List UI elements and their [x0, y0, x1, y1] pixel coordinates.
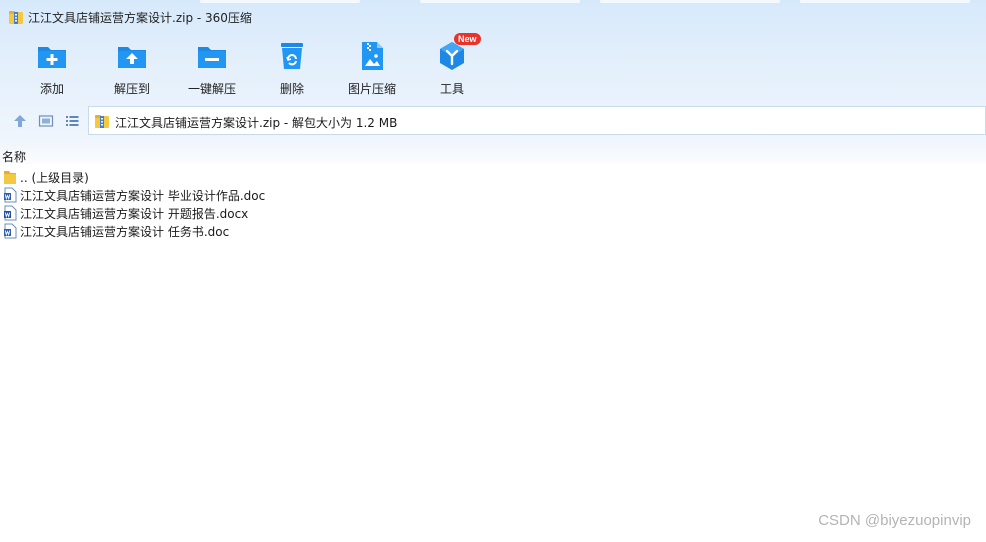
- file-name: 江江文具店铺运营方案设计 开题报告.docx: [20, 207, 249, 221]
- delete-label: 删除: [279, 82, 304, 96]
- watermark-text: CSDN @biyezuopinvip: [818, 512, 971, 529]
- file-name: 江江文具店铺运营方案设计 任务书.doc: [20, 225, 230, 239]
- thumbnail-view-icon[interactable]: [38, 113, 54, 129]
- one-click-extract-label: 一键解压: [187, 82, 236, 96]
- list-item[interactable]: 江江文具店铺运营方案设计 毕业设计作品.doc: [0, 186, 986, 204]
- address-bar[interactable]: 江江文具店铺运营方案设计.zip - 解包大小为 1.2 MB: [88, 106, 986, 135]
- list-item[interactable]: .. (上级目录): [0, 168, 986, 186]
- word-doc-icon: [4, 187, 17, 203]
- recycle-bin-icon: [281, 43, 303, 69]
- image-compress-icon: [362, 42, 383, 70]
- list-item[interactable]: 江江文具店铺运营方案设计 任务书.doc: [0, 222, 986, 240]
- title-bar: 江江文具店铺运营方案设计.zip - 360压缩: [0, 0, 986, 34]
- toolbar: 添加 解压到 一键解压 删除 图片压缩 工具 New: [0, 33, 986, 100]
- navigation-bar: 江江文具店铺运营方案设计.zip - 解包大小为 1.2 MB: [0, 106, 986, 136]
- extract-to-icon: [118, 47, 146, 68]
- folder-icon: [4, 171, 16, 184]
- tools-button[interactable]: 工具: [412, 38, 492, 96]
- list-header: 名称: [0, 146, 986, 164]
- add-button[interactable]: 添加: [12, 38, 92, 96]
- file-name: 江江文具店铺运营方案设计 毕业设计作品.doc: [20, 189, 266, 203]
- column-header-name[interactable]: 名称: [2, 148, 26, 165]
- delete-button[interactable]: 删除: [252, 38, 332, 96]
- window-chrome: 江江文具店铺运营方案设计.zip - 360压缩 添加 解压到 一键解压 删除 …: [0, 0, 986, 146]
- window-title: 江江文具店铺运营方案设计.zip - 360压缩: [28, 11, 252, 25]
- new-badge: New: [454, 33, 481, 45]
- list-view-icon[interactable]: [64, 113, 80, 129]
- image-compress-label: 图片压缩: [347, 82, 396, 96]
- zip-archive-icon: [9, 11, 23, 24]
- word-doc-icon: [4, 223, 17, 239]
- word-docx-icon: [4, 205, 17, 221]
- add-folder-icon: [38, 47, 66, 68]
- extract-to-button[interactable]: 解压到: [92, 38, 172, 96]
- one-click-extract-icon: [198, 47, 226, 68]
- file-name: .. (上级目录): [20, 171, 89, 185]
- extract-to-label: 解压到: [113, 82, 150, 96]
- image-compress-button[interactable]: 图片压缩: [332, 38, 412, 96]
- zip-archive-icon: [95, 115, 109, 128]
- address-text: 江江文具店铺运营方案设计.zip - 解包大小为 1.2 MB: [115, 116, 398, 130]
- tools-label: 工具: [439, 82, 464, 96]
- up-arrow-icon[interactable]: [12, 113, 28, 129]
- one-click-extract-button[interactable]: 一键解压: [172, 38, 252, 96]
- add-label: 添加: [39, 82, 64, 96]
- list-item[interactable]: 江江文具店铺运营方案设计 开题报告.docx: [0, 204, 986, 222]
